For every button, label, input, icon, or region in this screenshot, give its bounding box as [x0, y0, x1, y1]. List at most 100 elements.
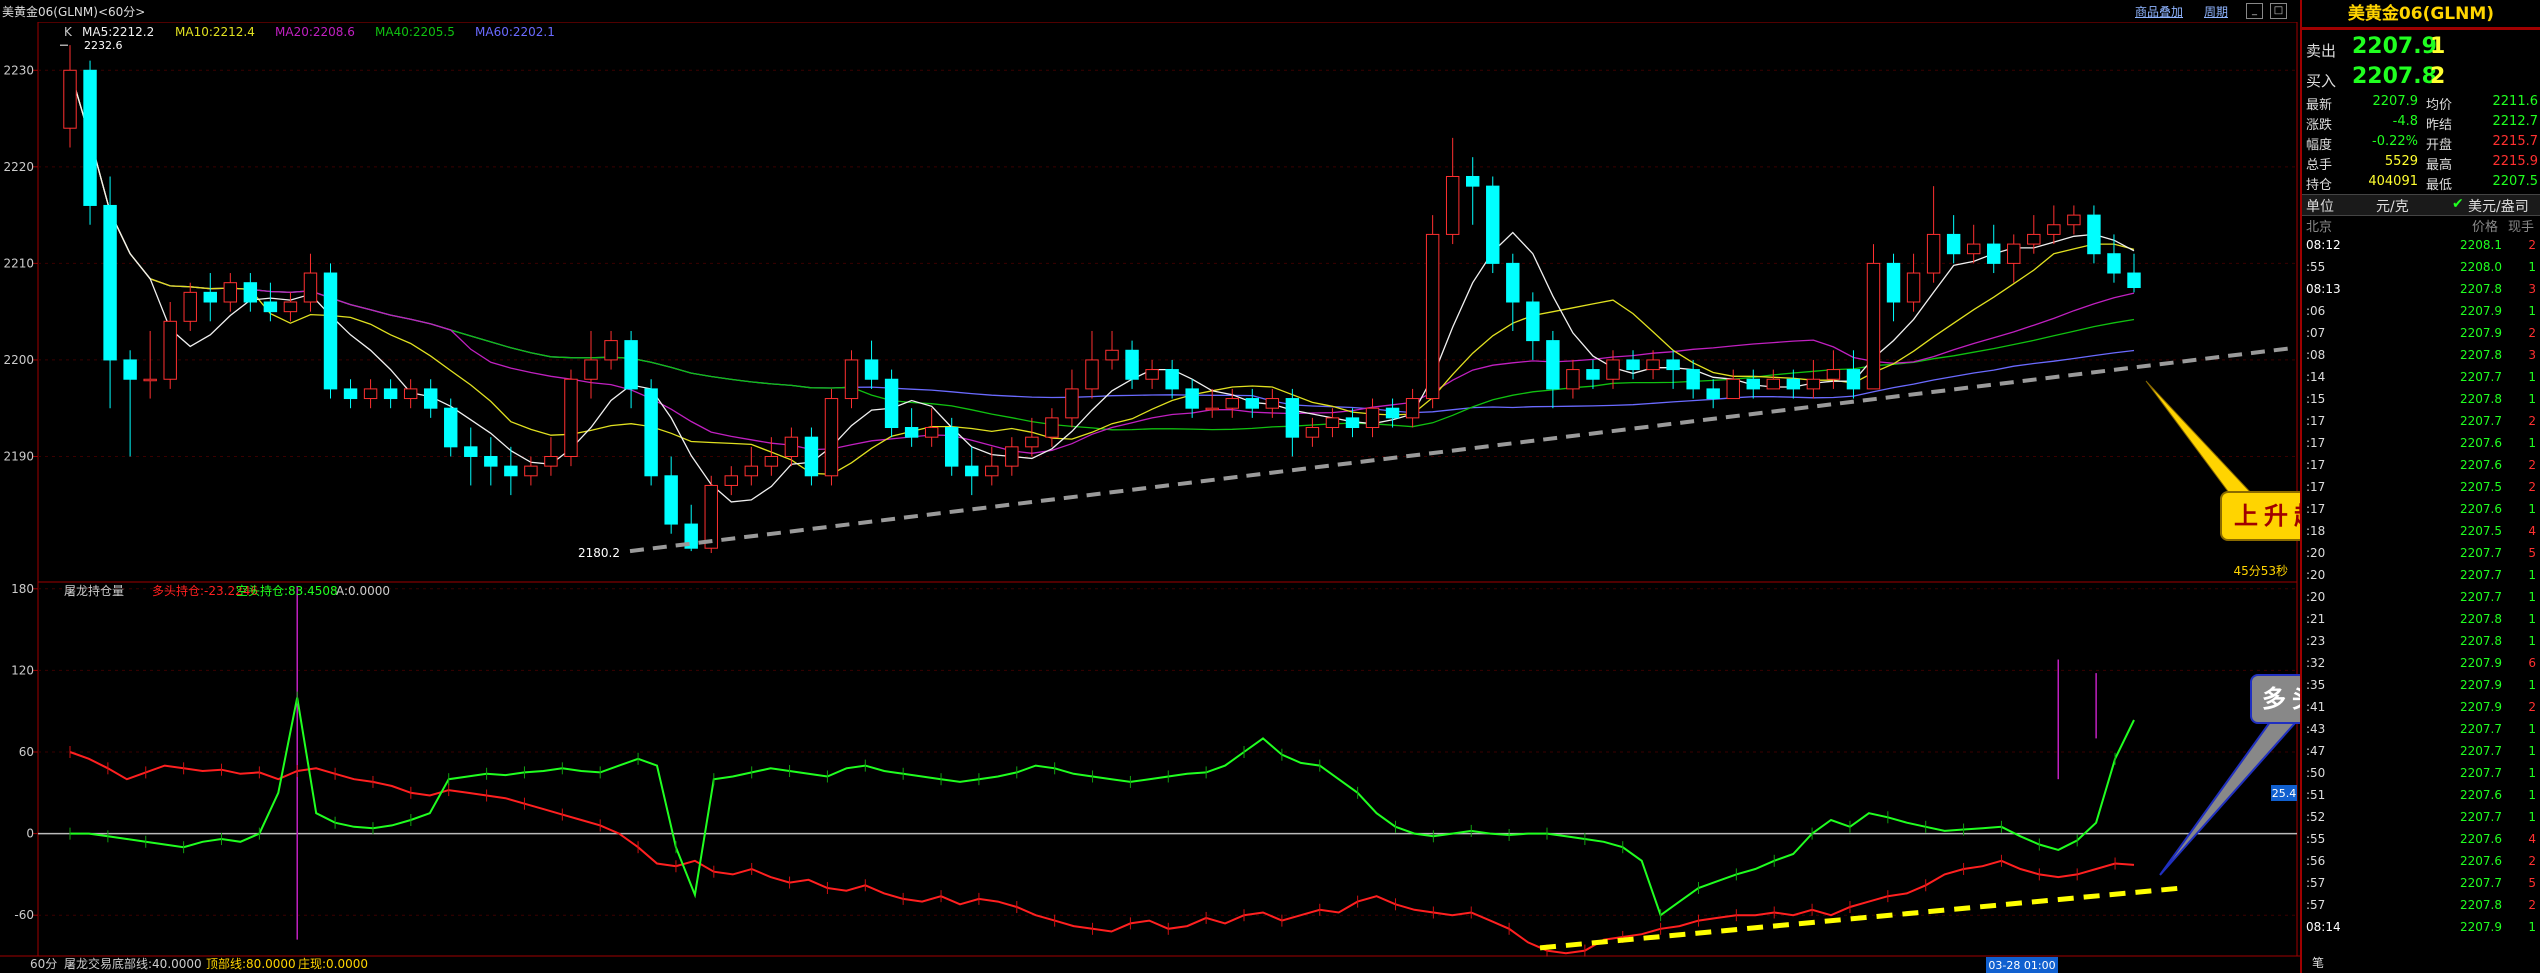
candle [363, 388, 378, 400]
bottom-legend-item: 底部线:40.0000 [112, 956, 202, 971]
tick-price: 2207.8 [2460, 634, 2502, 648]
tick-price: 2207.8 [2460, 612, 2502, 626]
tick-row: :47 2207.7 1 [2302, 740, 2540, 762]
candle [624, 340, 638, 390]
candle [1786, 378, 1801, 390]
overlay-menu[interactable]: 商品叠加 [2135, 3, 2183, 20]
candle [183, 291, 197, 322]
tick-volume: 1 [2528, 502, 2536, 516]
candle [1405, 398, 1420, 419]
window-title: 美黄金06(GLNM)<60分> [2, 5, 146, 19]
period-menu[interactable]: 周期 [2204, 3, 2228, 20]
candle [203, 291, 217, 303]
candle [263, 301, 278, 313]
minimize-button[interactable]: _ [2246, 3, 2263, 19]
tick-volume: 5 [2528, 876, 2536, 890]
tick-volume: 3 [2528, 348, 2536, 362]
candle [1125, 349, 1139, 380]
tick-row: :14 2207.7 1 [2302, 366, 2540, 388]
tick-time: :52 [2306, 810, 2326, 824]
tick-time: :20 [2306, 568, 2326, 582]
tick-price: 2207.7 [2460, 590, 2502, 604]
tick-price: 2207.6 [2460, 436, 2502, 450]
tick-row: :57 2207.7 5 [2302, 872, 2540, 894]
tick-time: :17 [2306, 414, 2326, 428]
candle [504, 465, 518, 477]
tick-row: :55 2207.6 4 [2302, 828, 2540, 850]
quote-panel: 美黄金06(GLNM) 卖出 2207.9 1 买入 2207.8 2 最新 22… [2300, 0, 2540, 973]
candle [644, 388, 658, 477]
stat-value2: 2212.7 [2492, 114, 2539, 129]
tick-volume: 1 [2528, 590, 2536, 604]
tick-price: 2207.6 [2460, 854, 2502, 868]
tick-time: :56 [2306, 854, 2326, 868]
tick-row: :20 2207.7 1 [2302, 564, 2540, 586]
tick-row: :20 2207.7 1 [2302, 586, 2540, 608]
stat-value: 2207.9 [2372, 94, 2419, 109]
tick-price: 2207.7 [2460, 370, 2502, 384]
tick-time: :06 [2306, 304, 2326, 318]
tick-header-price: 价格 [2472, 220, 2499, 235]
tick-price: 2208.0 [2460, 260, 2502, 274]
candle [944, 427, 959, 467]
candle [2007, 243, 2021, 264]
tick-footer-tab[interactable]: 笔 [2312, 954, 2324, 971]
sub-frame [37, 581, 2298, 957]
tick-price: 2207.7 [2460, 744, 2502, 758]
symbol-title: 美黄金06(GLNM) [2304, 2, 2538, 26]
candle [544, 455, 558, 467]
candle [223, 282, 238, 303]
tick-price: 2208.1 [2460, 238, 2502, 252]
tick-time: 08:12 [2306, 238, 2341, 252]
sell-qty: 1 [2430, 34, 2446, 59]
candle [1946, 233, 1961, 255]
candle [1065, 388, 1079, 419]
tick-volume: 1 [2528, 744, 2536, 758]
tick-row: :18 2207.5 4 [2302, 520, 2540, 542]
tick-time: :21 [2306, 612, 2326, 626]
tick-volume: 1 [2528, 810, 2536, 824]
tick-price: 2207.6 [2460, 458, 2502, 472]
tick-row: :51 2207.6 1 [2302, 784, 2540, 806]
tick-row: 08:14 2207.9 1 [2302, 916, 2540, 938]
buy-price: 2207.8 [2352, 64, 2437, 89]
main-ytick-label: 2230 [3, 63, 34, 77]
tick-row: :52 2207.7 1 [2302, 806, 2540, 828]
candle [844, 359, 859, 400]
candle [143, 378, 157, 382]
candle [2107, 253, 2121, 274]
candle [744, 465, 759, 477]
sub-ytick-label: 60 [19, 745, 34, 759]
tick-volume: 1 [2528, 678, 2536, 692]
symbol-divider [2302, 27, 2540, 30]
tick-time: 08:14 [2306, 920, 2341, 934]
candle [1445, 175, 1460, 235]
candle [564, 378, 578, 457]
candle [1606, 359, 1620, 380]
tick-time: :20 [2306, 546, 2326, 560]
tick-row: :06 2207.9 1 [2302, 300, 2540, 322]
unit-option[interactable]: 美元/盎司 [2468, 196, 2529, 216]
tick-time: 08:13 [2306, 282, 2341, 296]
main-legend-item: MA60:2202.1 [475, 25, 555, 39]
tick-time: :17 [2306, 458, 2326, 472]
candle [1746, 378, 1760, 390]
unit-value[interactable]: 元/克 [2376, 196, 2409, 216]
candle [444, 407, 458, 448]
candle [924, 427, 939, 438]
stat-label2: 昨结 [2426, 118, 2453, 133]
tick-volume: 1 [2528, 392, 2536, 406]
tick-time: :47 [2306, 744, 2326, 758]
candle [1205, 407, 1219, 411]
tick-price: 2207.9 [2460, 304, 2502, 318]
ma10-line [69, 70, 2135, 475]
candle [1285, 398, 1300, 438]
candle [1365, 407, 1380, 429]
sub-legend-item: 空头持仓:83.4508 [236, 583, 338, 598]
tick-time: :17 [2306, 436, 2326, 450]
candle [1045, 417, 1059, 438]
tick-volume: 2 [2528, 898, 2536, 912]
maximize-button[interactable]: □ [2270, 3, 2287, 19]
ma60-line [69, 70, 2135, 414]
current-value-label: 25.4 [2272, 787, 2297, 800]
